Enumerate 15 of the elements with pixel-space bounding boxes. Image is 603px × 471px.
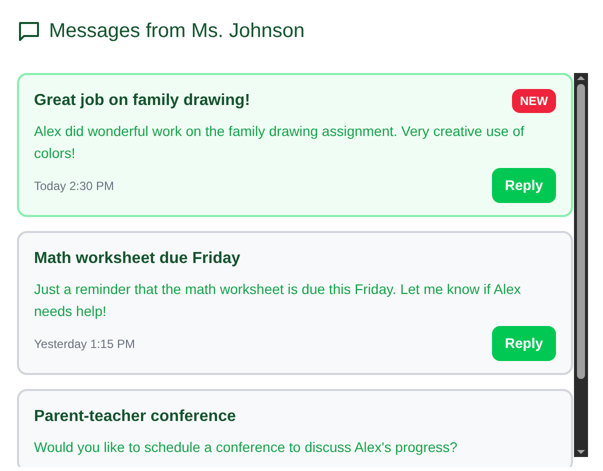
message-time: Today 2:30 PM xyxy=(34,178,114,194)
message-text: Would you like to schedule a conference to discuss Alex's progress? xyxy=(34,438,458,457)
message-text: Alex did wonderful work on the family drawing assignment. Very creative use of colors! xyxy=(34,122,526,163)
reply-button[interactable]: Reply xyxy=(492,168,556,203)
message-title: Great job on family drawing! xyxy=(34,91,250,111)
message-title: Parent-teacher conference xyxy=(34,407,236,427)
scroll-down-icon[interactable] xyxy=(576,447,586,457)
page-title: Messages from Ms. Johnson xyxy=(49,19,305,44)
reply-button[interactable]: Reply xyxy=(492,326,556,361)
message-time: Yesterday 1:15 PM xyxy=(34,336,135,352)
chat-bubble-icon xyxy=(17,19,41,43)
scrollbar[interactable] xyxy=(574,73,588,457)
message-text: Just a reminder that the math worksheet is due this Friday. Let me know if Alex needs help! xyxy=(34,280,522,321)
new-badge: NEW xyxy=(512,89,556,113)
message-title: Math worksheet due Friday xyxy=(34,249,240,269)
